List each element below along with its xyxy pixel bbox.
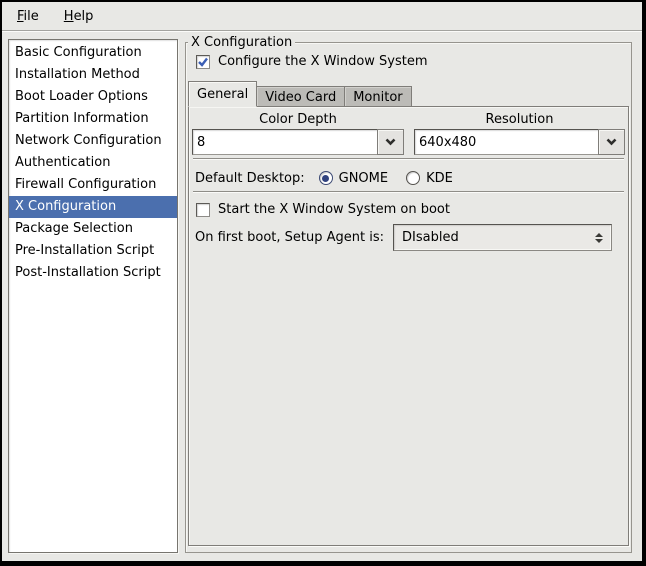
dropdown-arrows-icon [595, 233, 603, 243]
sidebar-item-basic-configuration[interactable]: Basic Configuration [9, 42, 177, 64]
sidebar-item-network-configuration[interactable]: Network Configuration [9, 130, 177, 152]
start-x-on-boot-checkbox[interactable]: Start the X Window System on boot [196, 202, 626, 217]
radio-button-icon[interactable] [319, 171, 333, 185]
tab-strip: General Video Card Monitor [188, 80, 629, 106]
menubar: File Help [2, 2, 642, 31]
configure-x-label: Configure the X Window System [218, 54, 428, 69]
resolution-dropdown-button[interactable] [598, 129, 625, 155]
radio-gnome[interactable]: GNOME [319, 171, 388, 186]
horizontal-separator [193, 158, 624, 160]
resolution-combobox[interactable]: 640x480 [414, 129, 625, 155]
chevron-down-icon [385, 138, 396, 146]
radio-dot [322, 175, 329, 182]
menu-help[interactable]: Help [55, 6, 103, 27]
sidebar-item-pre-installation-script[interactable]: Pre-Installation Script [9, 240, 177, 262]
default-desktop-label: Default Desktop: [195, 171, 305, 186]
tab-monitor[interactable]: Monitor [344, 86, 411, 106]
menu-file[interactable]: File [8, 6, 48, 27]
radio-gnome-label: GNOME [339, 171, 388, 186]
color-depth-group: Color Depth 8 [192, 111, 404, 155]
color-depth-dropdown-button[interactable] [377, 129, 404, 155]
depth-resolution-row: Color Depth 8 Resolution [191, 111, 626, 155]
color-depth-value[interactable]: 8 [192, 129, 378, 155]
setup-agent-row: On first boot, Setup Agent is: DIsabled [195, 224, 626, 251]
checkbox-checked-icon[interactable] [196, 55, 210, 69]
checkbox-unchecked-icon[interactable] [196, 203, 210, 217]
resolution-value[interactable]: 640x480 [414, 129, 599, 155]
sidebar-item-post-installation-script[interactable]: Post-Installation Script [9, 262, 177, 284]
x-configuration-frame: X Configuration Configure the X Window S… [185, 42, 632, 553]
resolution-label: Resolution [414, 111, 625, 128]
tab-general[interactable]: General [188, 81, 257, 107]
kickstart-configurator-window: File Help Basic Configuration Installati… [0, 0, 646, 566]
check-icon [197, 56, 209, 68]
setup-agent-dropdown[interactable]: DIsabled [393, 224, 612, 251]
sidebar-item-firewall-configuration[interactable]: Firewall Configuration [9, 174, 177, 196]
horizontal-separator [193, 191, 624, 193]
radio-button-icon[interactable] [406, 171, 420, 185]
sidebar-item-package-selection[interactable]: Package Selection [9, 218, 177, 240]
color-depth-combobox[interactable]: 8 [192, 129, 404, 155]
sidebar-item-partition-information[interactable]: Partition Information [9, 108, 177, 130]
default-desktop-row: Default Desktop: GNOME KDE [195, 168, 626, 188]
frame-title: X Configuration [188, 34, 295, 51]
sidebar-item-authentication[interactable]: Authentication [9, 152, 177, 174]
resolution-group: Resolution 640x480 [414, 111, 625, 155]
radio-kde[interactable]: KDE [406, 171, 453, 186]
radio-kde-label: KDE [426, 171, 453, 186]
setup-agent-label: On first boot, Setup Agent is: [195, 230, 384, 245]
setup-agent-value: DIsabled [402, 230, 595, 245]
configure-x-checkbox[interactable]: Configure the X Window System [196, 54, 428, 69]
sidebar-item-installation-method[interactable]: Installation Method [9, 64, 177, 86]
general-tab-panel: Color Depth 8 Resolution [188, 106, 629, 546]
sidebar-item-boot-loader-options[interactable]: Boot Loader Options [9, 86, 177, 108]
chevron-down-icon [606, 138, 617, 146]
section-list: Basic Configuration Installation Method … [8, 39, 178, 553]
sidebar-item-x-configuration[interactable]: X Configuration [9, 196, 177, 218]
start-x-on-boot-label: Start the X Window System on boot [218, 202, 450, 217]
x-config-notebook: General Video Card Monitor Color Depth 8 [188, 80, 629, 546]
tab-video-card[interactable]: Video Card [256, 86, 345, 106]
color-depth-label: Color Depth [192, 111, 404, 128]
